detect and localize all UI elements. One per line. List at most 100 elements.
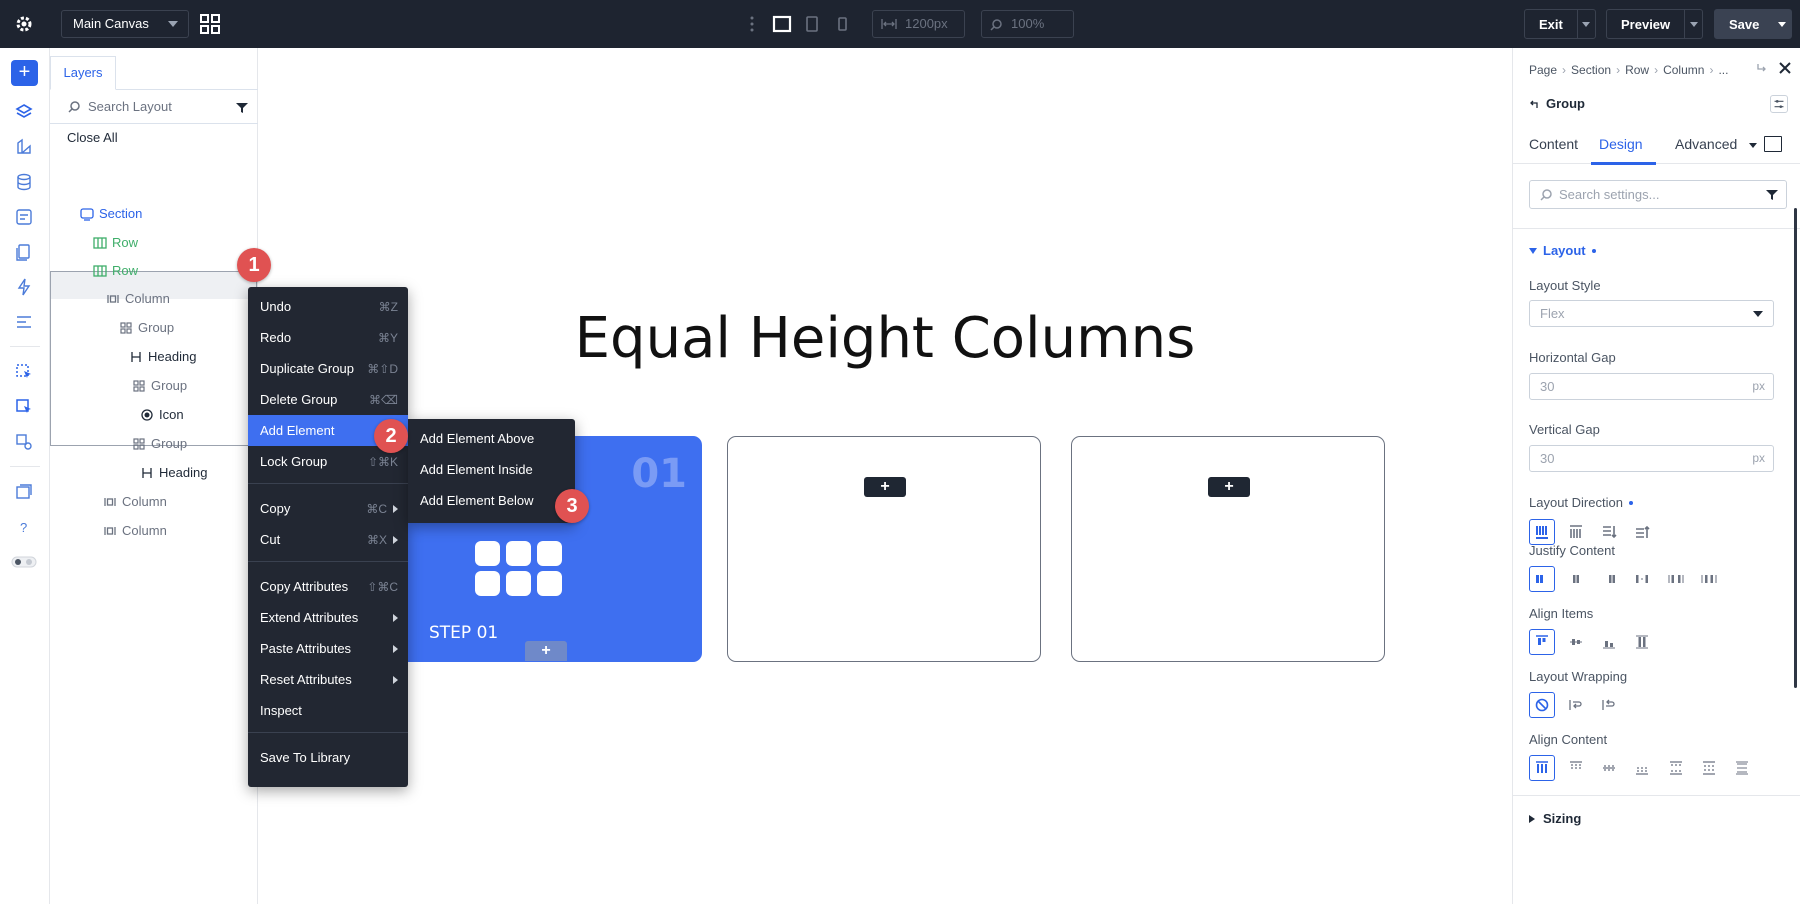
window-mode-icon[interactable] — [1764, 136, 1782, 152]
add-module-button[interactable]: + — [11, 60, 38, 86]
menu-item-extend-attributes[interactable]: Extend Attributes — [248, 602, 408, 633]
bolt-icon[interactable] — [14, 277, 34, 297]
settings-scrollbar[interactable] — [1794, 208, 1797, 688]
menu-item-cut[interactable]: Cut ⌘X — [248, 524, 408, 555]
portability-icon[interactable] — [14, 482, 34, 502]
align-start-button[interactable] — [1529, 629, 1555, 655]
justify-end-button[interactable] — [1596, 566, 1622, 592]
sizing-section-toggle[interactable]: Sizing — [1529, 811, 1581, 826]
menu-item-delete-group[interactable]: Delete Group ⌘⌫ — [248, 384, 408, 415]
nowrap-button[interactable] — [1529, 692, 1555, 718]
exit-menu-toggle[interactable] — [1576, 10, 1595, 38]
page-heading[interactable]: Equal Height Columns — [258, 306, 1512, 371]
tab-advanced[interactable]: Advanced — [1675, 136, 1737, 152]
zoom-field[interactable]: 100% — [981, 10, 1074, 38]
menu-item-undo[interactable]: Undo ⌘Z — [248, 291, 408, 322]
save-menu-toggle[interactable] — [1773, 10, 1791, 38]
menu-item-reset-attributes[interactable]: Reset Attributes — [248, 664, 408, 695]
grid-view-icon[interactable] — [199, 13, 221, 35]
align-content-option-button[interactable] — [1563, 755, 1589, 781]
phone-view-icon[interactable] — [832, 14, 852, 34]
help-icon[interactable]: ? — [14, 517, 34, 537]
tablet-view-icon[interactable] — [802, 14, 822, 34]
align-content-option-button[interactable] — [1629, 755, 1655, 781]
template-icon[interactable] — [14, 207, 34, 227]
settings-search-input[interactable]: Search settings... — [1529, 180, 1787, 209]
menu-item-inspect[interactable]: Inspect — [248, 695, 408, 726]
align-center-button[interactable] — [1563, 629, 1589, 655]
layer-group[interactable]: Group — [50, 429, 258, 458]
menu-item-copy-attributes[interactable]: Copy Attributes ⇧⌘C — [248, 571, 408, 602]
align-content-option-button[interactable] — [1663, 755, 1689, 781]
layout-style-select[interactable]: Flex — [1529, 300, 1774, 327]
close-all-link[interactable]: Close All — [67, 130, 118, 145]
wrap-reverse-button[interactable] — [1596, 692, 1622, 718]
layers-search-input[interactable]: Search Layout — [50, 90, 258, 124]
layer-row[interactable]: Row — [50, 256, 258, 285]
layer-row[interactable]: Row — [50, 228, 258, 257]
add-module-plus[interactable]: + — [864, 477, 906, 497]
menu-item-duplicate-group[interactable]: Duplicate Group ⌘⇧D — [248, 353, 408, 384]
caret-down-icon[interactable] — [1749, 143, 1757, 148]
canvas-width-field[interactable]: 1200px — [872, 10, 965, 38]
layer-column[interactable]: Column — [50, 487, 258, 516]
tab-design[interactable]: Design — [1599, 136, 1643, 152]
layer-column[interactable]: Column — [50, 284, 258, 313]
direction-column-button[interactable] — [1596, 519, 1622, 545]
database-icon[interactable] — [14, 172, 34, 192]
multi-select-icon[interactable] — [14, 397, 34, 417]
layers-icon[interactable] — [14, 102, 34, 122]
direction-row-reverse-button[interactable] — [1563, 519, 1589, 545]
layer-heading[interactable]: Heading — [50, 342, 258, 371]
filter-icon[interactable] — [236, 102, 248, 114]
desktop-view-icon[interactable] — [772, 14, 792, 34]
direction-row-button[interactable] — [1529, 519, 1555, 545]
wrap-button[interactable] — [1563, 692, 1589, 718]
justify-evenly-button[interactable] — [1696, 566, 1722, 592]
justify-between-button[interactable] — [1629, 566, 1655, 592]
layer-section[interactable]: Section — [50, 199, 258, 228]
align-content-start-button[interactable] — [1529, 755, 1555, 781]
menu-item-copy[interactable]: Copy ⌘C — [248, 493, 408, 524]
align-content-option-button[interactable] — [1696, 755, 1722, 781]
close-icon[interactable] — [1778, 61, 1792, 75]
justify-around-button[interactable] — [1663, 566, 1689, 592]
justify-start-button[interactable] — [1529, 566, 1555, 592]
layout-section-toggle[interactable]: Layout — [1529, 243, 1596, 258]
layer-heading[interactable]: Heading — [50, 458, 258, 487]
pages-icon[interactable] — [14, 242, 34, 262]
preset-settings-icon[interactable] — [1770, 95, 1788, 113]
breadcrumb-item[interactable]: Page — [1529, 63, 1557, 77]
breadcrumb-item[interactable]: Section — [1571, 63, 1611, 77]
tab-layers[interactable]: Layers — [50, 56, 116, 90]
return-arrow-icon[interactable] — [1756, 62, 1768, 74]
preview-button[interactable]: Preview — [1606, 9, 1704, 39]
vertical-gap-input[interactable]: 30 px — [1529, 445, 1774, 472]
add-module-plus[interactable]: + — [525, 641, 567, 661]
exit-button[interactable]: Exit — [1524, 9, 1596, 39]
layer-group[interactable]: Group — [50, 371, 258, 400]
list-icon[interactable] — [14, 312, 34, 332]
align-content-option-button[interactable] — [1596, 755, 1622, 781]
toggle-switch-icon[interactable] — [11, 552, 37, 572]
design-icon[interactable] — [14, 137, 34, 157]
canvas-select[interactable]: Main Canvas — [61, 10, 189, 38]
column-card-empty[interactable]: + — [727, 436, 1041, 662]
breadcrumb-item[interactable]: ... — [1718, 63, 1728, 77]
breadcrumb-item[interactable]: Row — [1625, 63, 1649, 77]
menu-item-redo[interactable]: Redo ⌘Y — [248, 322, 408, 353]
direction-column-reverse-button[interactable] — [1629, 519, 1655, 545]
select-tool-icon[interactable] — [14, 362, 34, 382]
align-content-option-button[interactable] — [1729, 755, 1755, 781]
menu-item-add-element-below[interactable]: Add Element Below — [408, 485, 575, 516]
save-button[interactable]: Save — [1714, 9, 1793, 39]
tab-content[interactable]: Content — [1529, 136, 1578, 152]
back-arrow-icon[interactable] — [1529, 99, 1539, 109]
horizontal-gap-input[interactable]: 30 px — [1529, 373, 1774, 400]
align-stretch-button[interactable] — [1629, 629, 1655, 655]
add-module-plus[interactable]: + — [1208, 477, 1250, 497]
find-replace-icon[interactable] — [14, 432, 34, 452]
more-vertical-icon[interactable] — [750, 15, 754, 33]
column-card-empty[interactable]: + — [1071, 436, 1385, 662]
gear-icon[interactable] — [14, 14, 34, 34]
